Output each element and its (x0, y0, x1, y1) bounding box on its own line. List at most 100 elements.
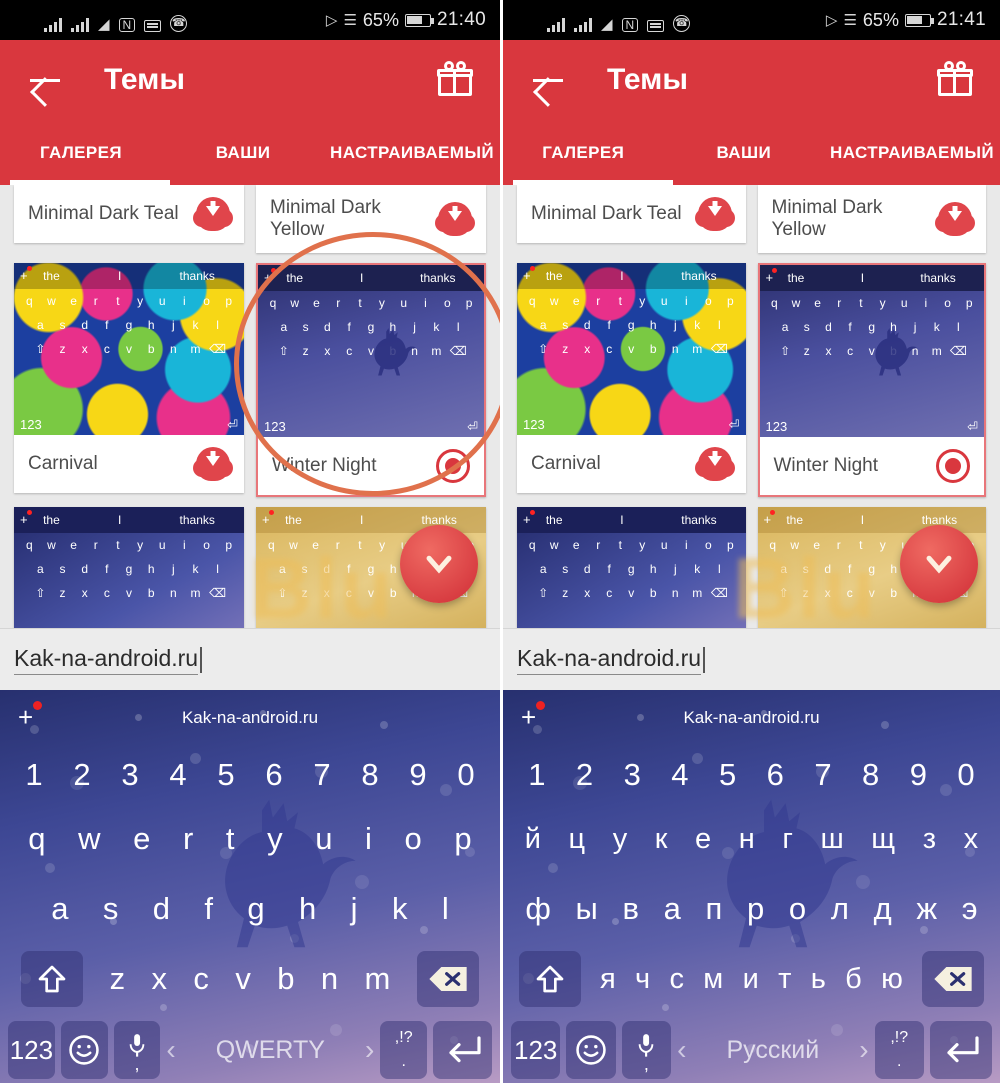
key-k[interactable]: k (392, 891, 408, 927)
download-icon[interactable] (694, 197, 735, 231)
theme-card[interactable]: Minimal Dark Teal (14, 185, 244, 243)
key-5[interactable]: 5 (719, 757, 736, 793)
gift-icon[interactable] (937, 61, 973, 96)
key-1[interactable]: 1 (25, 757, 42, 793)
key-ru-12[interactable]: ф (525, 891, 551, 927)
key-2[interactable]: 2 (576, 757, 593, 793)
key-x[interactable]: x (152, 961, 168, 997)
key-ru-29[interactable]: ь (811, 963, 826, 996)
key-7[interactable]: 7 (313, 757, 330, 793)
key-ru-15[interactable]: а (664, 891, 681, 927)
theme-card[interactable]: Minimal Dark Yellow (757, 185, 986, 253)
download-icon[interactable] (193, 446, 233, 481)
key-r[interactable]: r (183, 821, 193, 857)
key-ru-3[interactable]: у (613, 823, 628, 856)
key-ru-13[interactable]: ы (576, 891, 598, 927)
key-e[interactable]: e (133, 821, 150, 857)
key-ru-27[interactable]: и (743, 963, 759, 996)
key-ru-31[interactable]: ю (881, 963, 903, 996)
download-icon[interactable] (435, 201, 475, 236)
key-0[interactable]: 0 (957, 757, 974, 793)
key-ru-21[interactable]: ж (916, 891, 937, 927)
space-key[interactable]: ‹ Русский › (677, 1034, 868, 1066)
theme-card[interactable]: + the I thanks qwertyuiop asdfghjkl (14, 262, 244, 493)
punctuation-key[interactable]: ,!? . (380, 1021, 428, 1079)
key-s[interactable]: s (103, 891, 119, 927)
key-o[interactable]: o (405, 821, 422, 857)
numeric-key[interactable]: 123 (511, 1021, 561, 1079)
key-5[interactable]: 5 (217, 757, 234, 793)
key-ru-2[interactable]: ц (569, 823, 586, 856)
shift-key[interactable] (21, 951, 84, 1007)
key-1[interactable]: 1 (528, 757, 545, 793)
key-z[interactable]: z (110, 961, 126, 997)
numeric-key[interactable]: 123 (8, 1021, 55, 1079)
key-3[interactable]: 3 (624, 757, 641, 793)
enter-key[interactable] (433, 1021, 492, 1079)
key-ru-24[interactable]: ч (635, 963, 650, 996)
key-0[interactable]: 0 (457, 757, 474, 793)
key-m[interactable]: m (365, 961, 391, 997)
key-9[interactable]: 9 (409, 757, 426, 793)
key-ru-4[interactable]: к (655, 823, 668, 856)
suggestion-bar[interactable]: + Kak-na-android.ru (503, 690, 1000, 746)
download-icon[interactable] (694, 446, 735, 481)
key-d[interactable]: d (153, 891, 170, 927)
key-i[interactable]: i (365, 821, 372, 857)
tab-yours[interactable]: ВАШИ (162, 120, 324, 185)
key-q[interactable]: q (28, 821, 45, 857)
key-ru-10[interactable]: з (923, 823, 936, 856)
add-clipboard-icon[interactable]: + (521, 701, 546, 730)
key-ru-9[interactable]: щ (871, 823, 895, 856)
key-ru-28[interactable]: т (778, 963, 791, 996)
key-ru-30[interactable]: б (845, 963, 862, 996)
enter-key[interactable] (929, 1021, 993, 1079)
theme-card[interactable]: Minimal Dark Yellow (256, 185, 486, 253)
back-arrow-icon[interactable] (28, 63, 62, 97)
prev-language-icon[interactable]: ‹ (166, 1034, 175, 1066)
key-h[interactable]: h (299, 891, 316, 927)
key-u[interactable]: u (315, 821, 332, 857)
shift-key[interactable] (518, 951, 581, 1007)
key-v[interactable]: v (235, 961, 251, 997)
key-ru-11[interactable]: х (964, 823, 979, 856)
key-b[interactable]: b (277, 961, 294, 997)
add-clipboard-icon[interactable]: + (18, 701, 43, 730)
selected-radio-icon[interactable] (436, 448, 470, 483)
next-language-icon[interactable]: › (859, 1034, 868, 1066)
key-n[interactable]: n (321, 961, 338, 997)
key-j[interactable]: j (351, 891, 358, 927)
key-l[interactable]: l (442, 891, 449, 927)
key-6[interactable]: 6 (767, 757, 784, 793)
tab-gallery[interactable]: ГАЛЕРЕЯ (503, 120, 664, 185)
tab-custom[interactable]: НАСТРАИВАЕМЫЙ (824, 120, 1000, 185)
suggestion-text[interactable]: Kak-na-android.ru (683, 708, 819, 728)
key-ru-16[interactable]: п (706, 891, 723, 927)
key-ru-22[interactable]: э (962, 891, 978, 927)
suggestion-text[interactable]: Kak-na-android.ru (182, 708, 318, 728)
tab-gallery[interactable]: ГАЛЕРЕЯ (0, 120, 162, 185)
key-ru-25[interactable]: с (669, 963, 684, 996)
selected-radio-icon[interactable] (936, 448, 970, 483)
key-ru-6[interactable]: н (739, 823, 755, 856)
download-icon[interactable] (935, 201, 975, 236)
emoji-key[interactable] (566, 1021, 616, 1079)
tab-yours[interactable]: ВАШИ (664, 120, 825, 185)
url-text-field[interactable]: Kak-na-android.ru (0, 628, 500, 690)
download-icon[interactable] (193, 197, 233, 231)
scroll-down-fab[interactable] (900, 525, 978, 603)
key-ru-23[interactable]: я (600, 963, 616, 996)
key-g[interactable]: g (247, 891, 264, 927)
key-ru-18[interactable]: о (789, 891, 806, 927)
key-ru-1[interactable]: й (525, 823, 541, 856)
key-2[interactable]: 2 (73, 757, 90, 793)
key-8[interactable]: 8 (862, 757, 879, 793)
gift-icon[interactable] (437, 61, 473, 96)
mic-key[interactable]: , (621, 1021, 672, 1079)
backspace-key[interactable] (416, 951, 479, 1007)
mic-key[interactable]: , (113, 1021, 161, 1079)
key-7[interactable]: 7 (814, 757, 831, 793)
key-ru-8[interactable]: ш (820, 823, 843, 856)
backspace-key[interactable] (922, 951, 985, 1007)
key-3[interactable]: 3 (121, 757, 138, 793)
